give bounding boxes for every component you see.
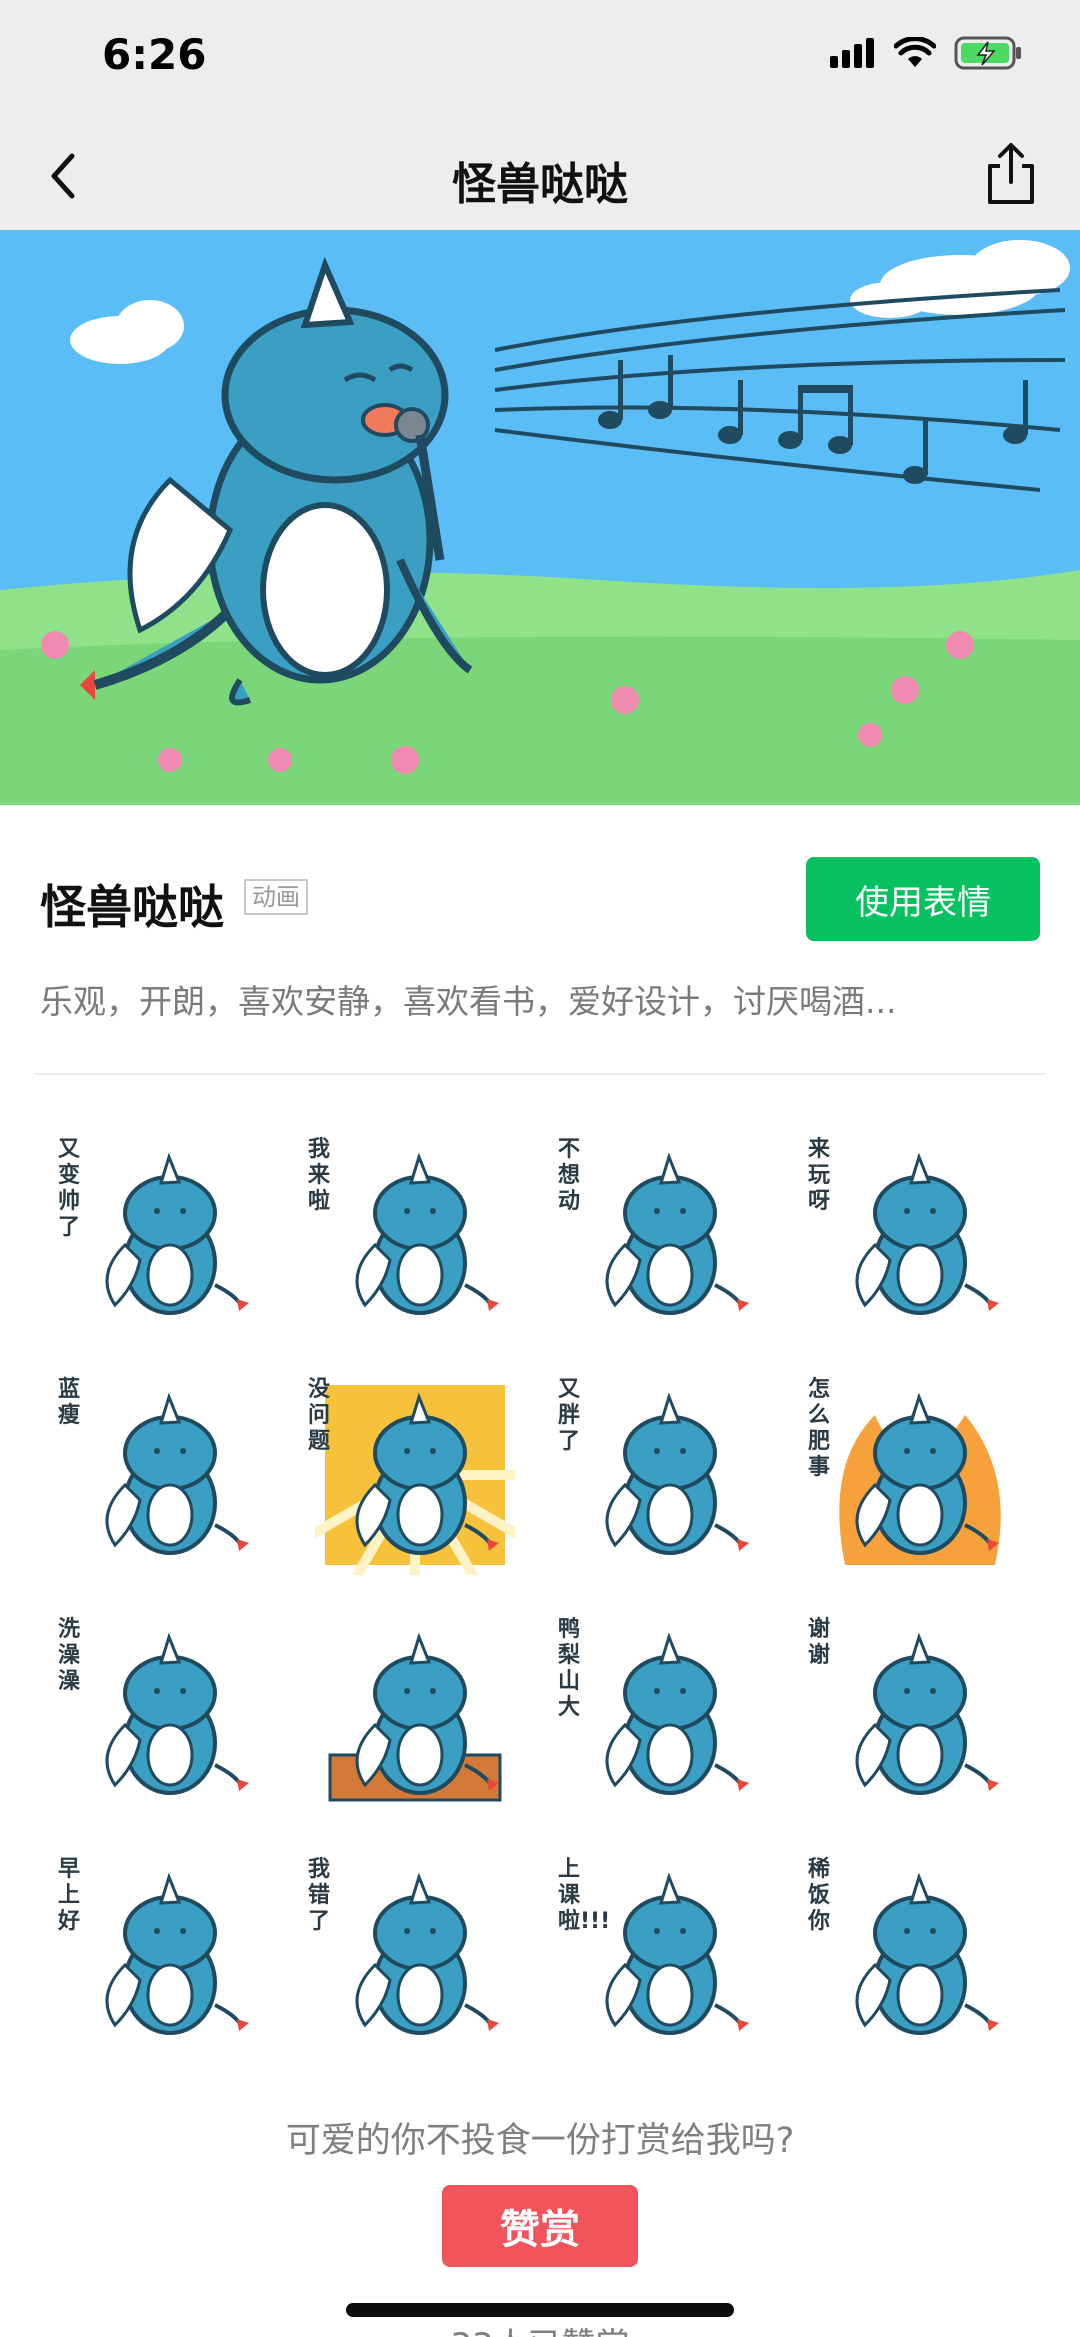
sticker-caption: 洗澡澡: [58, 1617, 81, 1694]
pack-description: 乐观，开朗，喜欢安静，喜欢看书，爱好设计，讨厌喝酒...: [40, 982, 897, 1021]
sticker-megaphone-icon: [605, 1872, 749, 2035]
sticker-caption: 鸭梨山大: [558, 1617, 581, 1720]
divider: [34, 1073, 1046, 1075]
sticker-mirror-icon: [105, 1152, 249, 1315]
sticker-caption: 不想动: [558, 1137, 581, 1214]
sticker-item[interactable]: 我来啦: [290, 1115, 540, 1355]
sticker-caption: 没问题: [308, 1377, 331, 1454]
sticker-caption: 我来啦: [308, 1137, 331, 1214]
sticker-caption: 谢谢: [808, 1617, 831, 1668]
sticker-lounging-icon: [855, 1152, 999, 1315]
sticker-item[interactable]: 又胖了: [540, 1355, 790, 1595]
reward-button[interactable]: 赞赏: [442, 2185, 638, 2267]
share-icon[interactable]: [976, 140, 1046, 210]
banner-image: [0, 230, 1080, 805]
sticker-caption: 稀饭你: [808, 1857, 831, 1934]
animated-tag: 动画: [244, 879, 308, 915]
sticker-item[interactable]: 上课啦!!!: [540, 1835, 790, 2075]
sticker-item[interactable]: 又变帅了: [40, 1115, 290, 1355]
sticker-caption: 又胖了: [558, 1377, 581, 1454]
sticker-caption: 早上好: [58, 1857, 81, 1934]
sticker-caption: 蓝瘦: [58, 1377, 81, 1428]
sticker-item[interactable]: 洗澡澡: [40, 1595, 290, 1835]
wifi-icon: [894, 37, 936, 67]
page-title: 怪兽哒哒: [452, 159, 628, 210]
sticker-confused-icon: [328, 1632, 502, 1802]
sticker-pear-icon: [605, 1632, 749, 1795]
sticker-item[interactable]: 怎么肥事: [790, 1355, 1040, 1595]
sticker-caption: 我错了: [308, 1857, 331, 1934]
status-icons: [830, 36, 1024, 70]
status-bar: 6:26: [0, 0, 1080, 120]
sticker-item[interactable]: 稀饭你: [790, 1835, 1040, 2075]
sticker-item[interactable]: 谢谢: [790, 1595, 1040, 1835]
sticker-heart-icon: [855, 1872, 999, 2035]
sticker-angry-icon: [839, 1392, 1001, 1565]
sticker-item[interactable]: 早上好: [40, 1835, 290, 2075]
pack-title: 怪兽哒哒: [40, 880, 224, 934]
banner-illustration: [0, 230, 1080, 805]
sticker-scale-icon: [605, 1392, 749, 1555]
sticker-caption: 又变帅了: [58, 1137, 81, 1240]
sticker-item[interactable]: [290, 1595, 540, 1835]
nav-bar: 怪兽哒哒: [0, 120, 1080, 230]
sticker-item[interactable]: 我错了: [290, 1835, 540, 2075]
sticker-caption: 怎么肥事: [808, 1377, 831, 1480]
use-sticker-button[interactable]: 使用表情: [806, 857, 1040, 941]
sticker-kneeling-icon: [355, 1872, 499, 2035]
sticker-thanks-icon: [855, 1632, 999, 1795]
sticker-item[interactable]: 鸭梨山大: [540, 1595, 790, 1835]
sticker-item[interactable]: 蓝瘦: [40, 1355, 290, 1595]
sticker-sun-icon: [105, 1872, 249, 2035]
battery-charging-icon: [954, 36, 1021, 70]
signal-icon: [830, 38, 874, 68]
sticker-sad-icon: [105, 1392, 249, 1555]
reward-count[interactable]: 33人已赞赏: [0, 2318, 1080, 2337]
reward-prompt: 可爱的你不投食一份打赏给我吗?: [285, 2121, 795, 2161]
status-time: 6:26: [102, 30, 207, 79]
sticker-shower-icon: [105, 1632, 249, 1795]
sticker-item[interactable]: 不想动: [540, 1115, 790, 1355]
sticker-grid: 又变帅了 我来啦 不想动 来玩呀蓝瘦 没问题 又胖了 怎么肥事洗澡澡 鸭梨山大 谢谢早上好 我错了…: [40, 1115, 1040, 2075]
sticker-sunglasses-icon: [315, 1385, 515, 1575]
home-indicator: [346, 2303, 734, 2317]
sticker-caption: 上课啦!!!: [558, 1857, 611, 1934]
sticker-item[interactable]: 没问题: [290, 1355, 540, 1595]
sticker-flying-icon: [355, 1152, 499, 1315]
sticker-caption: 来玩呀: [808, 1137, 831, 1214]
sticker-item[interactable]: 来玩呀: [790, 1115, 1040, 1355]
sticker-lying-icon: [605, 1152, 749, 1315]
